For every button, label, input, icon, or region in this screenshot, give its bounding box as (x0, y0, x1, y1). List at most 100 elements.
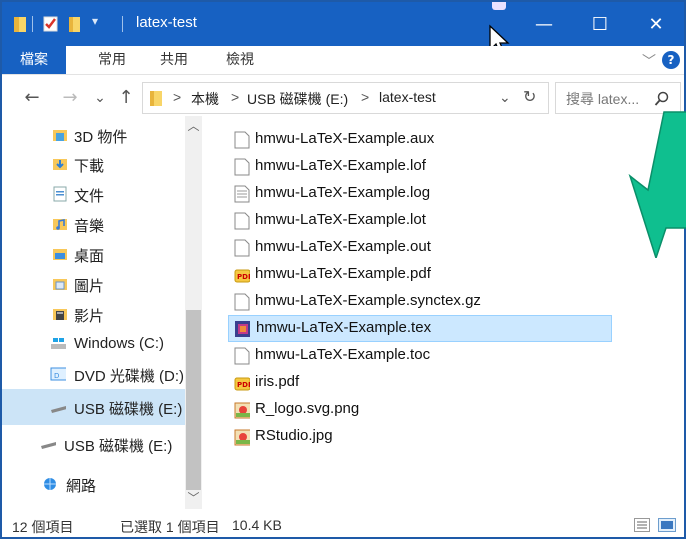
app-icon (492, 2, 506, 10)
text-file-icon (234, 185, 250, 203)
scroll-down-icon[interactable]: ﹀ (185, 490, 202, 507)
file-item[interactable]: hmwu-LaTeX-Example.out (228, 234, 612, 261)
file-item[interactable]: hmwu-LaTeX-Example.synctex.gz (228, 288, 612, 315)
nav-label: Windows (C:) (74, 335, 165, 352)
nav-item-windows-c[interactable]: Windows (C:) (2, 329, 185, 359)
file-name: hmwu-LaTeX-Example.aux (255, 130, 435, 147)
pdf-file-icon: PDF (234, 377, 250, 391)
close-button[interactable]: ✕ (628, 2, 684, 46)
nav-item-pictures[interactable]: 圖片 (2, 269, 185, 299)
minimize-button[interactable]: — (516, 2, 572, 46)
file-name: hmwu-LaTeX-Example.tex (256, 319, 432, 336)
title-separator (122, 16, 123, 32)
nav-label: 圖片 (74, 278, 105, 295)
tex-file-icon (235, 321, 250, 337)
up-button[interactable]: ↑ (114, 84, 138, 112)
downloads-icon (53, 159, 67, 170)
file-item[interactable]: RStudio.jpg (228, 423, 612, 450)
nav-item-usb-e-selected[interactable]: USB 磁碟機 (E:) (2, 389, 185, 425)
address-bar[interactable]: > 本機 > USB 磁碟機 (E:) > latex-test ⌄ ↻ (142, 82, 549, 114)
details-view-icon[interactable] (634, 518, 650, 532)
breadcrumb-separator: > (173, 89, 182, 105)
tab-home[interactable]: 常用 (82, 46, 142, 74)
title-bar[interactable]: ▾ latex-test — ☐ ✕ (2, 2, 684, 55)
nav-item-network[interactable]: 網路 (2, 469, 185, 499)
file-item[interactable]: hmwu-LaTeX-Example.log (228, 180, 612, 207)
back-button[interactable]: ← (20, 84, 44, 112)
nav-item-dvd-d[interactable]: D DVD 光碟機 (D:) (2, 359, 185, 389)
new-folder-icon[interactable] (66, 14, 84, 34)
svg-text:PDF: PDF (237, 381, 250, 389)
blank-file-icon (234, 131, 250, 149)
breadcrumb-separator: > (231, 89, 240, 105)
navigation-pane: 3D 物件 下載 文件 音樂 桌面 圖片 影片 Windows (C:) D D… (2, 116, 208, 509)
nav-item-videos[interactable]: 影片 (2, 299, 185, 329)
ribbon-expand-chevron-icon[interactable]: ﹀ (642, 51, 656, 71)
music-icon (53, 219, 67, 230)
file-name: hmwu-LaTeX-Example.synctex.gz (255, 292, 481, 309)
blank-file-icon (234, 293, 250, 311)
explorer-window: ▾ latex-test — ☐ ✕ 檔案 常用 共用 檢視 ﹀ ? ← → ⌄… (0, 0, 686, 539)
selected-size: 10.4 KB (232, 517, 282, 533)
image-file-icon (234, 429, 250, 446)
refresh-icon[interactable]: ↻ (523, 87, 536, 107)
file-item[interactable]: PDF iris.pdf (228, 369, 612, 396)
quick-access-dropdown-icon[interactable]: ▾ (92, 14, 98, 34)
tab-file[interactable]: 檔案 (2, 46, 66, 74)
nav-item-3d-objects[interactable]: 3D 物件 (2, 120, 185, 150)
file-name: hmwu-LaTeX-Example.pdf (255, 265, 431, 282)
file-item[interactable]: PDF hmwu-LaTeX-Example.pdf (228, 261, 612, 288)
breadcrumb-usb-drive[interactable]: USB 磁碟機 (E:) (247, 89, 348, 109)
file-name: R_logo.svg.png (255, 400, 360, 417)
large-icons-view-icon[interactable] (658, 518, 676, 532)
dvd-drive-icon: D (50, 367, 66, 381)
file-item[interactable]: hmwu-LaTeX-Example.lof (228, 153, 612, 180)
help-icon[interactable]: ? (662, 51, 680, 69)
status-bar: 12 個項目 已選取 1 個項目 10.4 KB (2, 510, 684, 539)
blank-file-icon (234, 158, 250, 176)
item-count: 12 個項目 (12, 519, 74, 535)
file-name: hmwu-LaTeX-Example.log (255, 184, 431, 201)
nav-label: 3D 物件 (74, 129, 128, 146)
file-item[interactable]: hmwu-LaTeX-Example.lot (228, 207, 612, 234)
nav-scrollbar[interactable]: ︿ ﹀ (185, 116, 202, 509)
recent-locations-button[interactable]: ⌄ (88, 84, 112, 112)
pictures-icon (53, 279, 67, 290)
nav-item-usb-e[interactable]: USB 磁碟機 (E:) (2, 429, 185, 459)
documents-icon (53, 186, 67, 202)
file-name: hmwu-LaTeX-Example.lot (255, 211, 426, 228)
file-item-selected[interactable]: hmwu-LaTeX-Example.tex (228, 315, 612, 342)
breadcrumb-latex-test[interactable]: latex-test (379, 89, 436, 105)
nav-item-music[interactable]: 音樂 (2, 209, 185, 239)
nav-label: DVD 光碟機 (D:) (74, 368, 184, 385)
scroll-up-icon[interactable]: ︿ (185, 118, 202, 135)
scrollbar-thumb[interactable] (186, 310, 201, 490)
address-dropdown-icon[interactable]: ⌄ (499, 89, 511, 106)
annotation-arrow-icon (628, 111, 686, 258)
nav-label: USB 磁碟機 (E:) (64, 438, 173, 455)
ribbon-tabs: 檔案 常用 共用 檢視 ﹀ ? (2, 46, 684, 75)
videos-icon (53, 309, 67, 320)
selected-count: 已選取 1 個項目 (120, 519, 220, 535)
folder-icon (14, 17, 26, 32)
usb-drive-icon (51, 406, 66, 413)
windows-drive-icon (51, 338, 66, 349)
properties-icon[interactable] (42, 14, 60, 34)
breadcrumb-this-pc[interactable]: 本機 (191, 89, 219, 109)
tab-share[interactable]: 共用 (144, 46, 204, 74)
nav-item-downloads[interactable]: 下載 (2, 149, 185, 179)
svg-text:D: D (54, 372, 59, 380)
file-item[interactable]: R_logo.svg.png (228, 396, 612, 423)
file-name: hmwu-LaTeX-Example.out (255, 238, 431, 255)
maximize-button[interactable]: ☐ (572, 2, 628, 46)
nav-item-documents[interactable]: 文件 (2, 179, 185, 209)
nav-label: 桌面 (74, 248, 105, 265)
forward-button[interactable]: → (58, 84, 82, 112)
breadcrumb-separator: > (361, 89, 370, 105)
file-item[interactable]: hmwu-LaTeX-Example.aux (228, 126, 612, 153)
tab-view[interactable]: 檢視 (210, 46, 270, 74)
blank-file-icon (234, 212, 250, 230)
address-row: ← → ⌄ ↑ > 本機 > USB 磁碟機 (E:) > latex-test… (2, 80, 684, 116)
file-item[interactable]: hmwu-LaTeX-Example.toc (228, 342, 612, 369)
nav-item-desktop[interactable]: 桌面 (2, 239, 185, 269)
